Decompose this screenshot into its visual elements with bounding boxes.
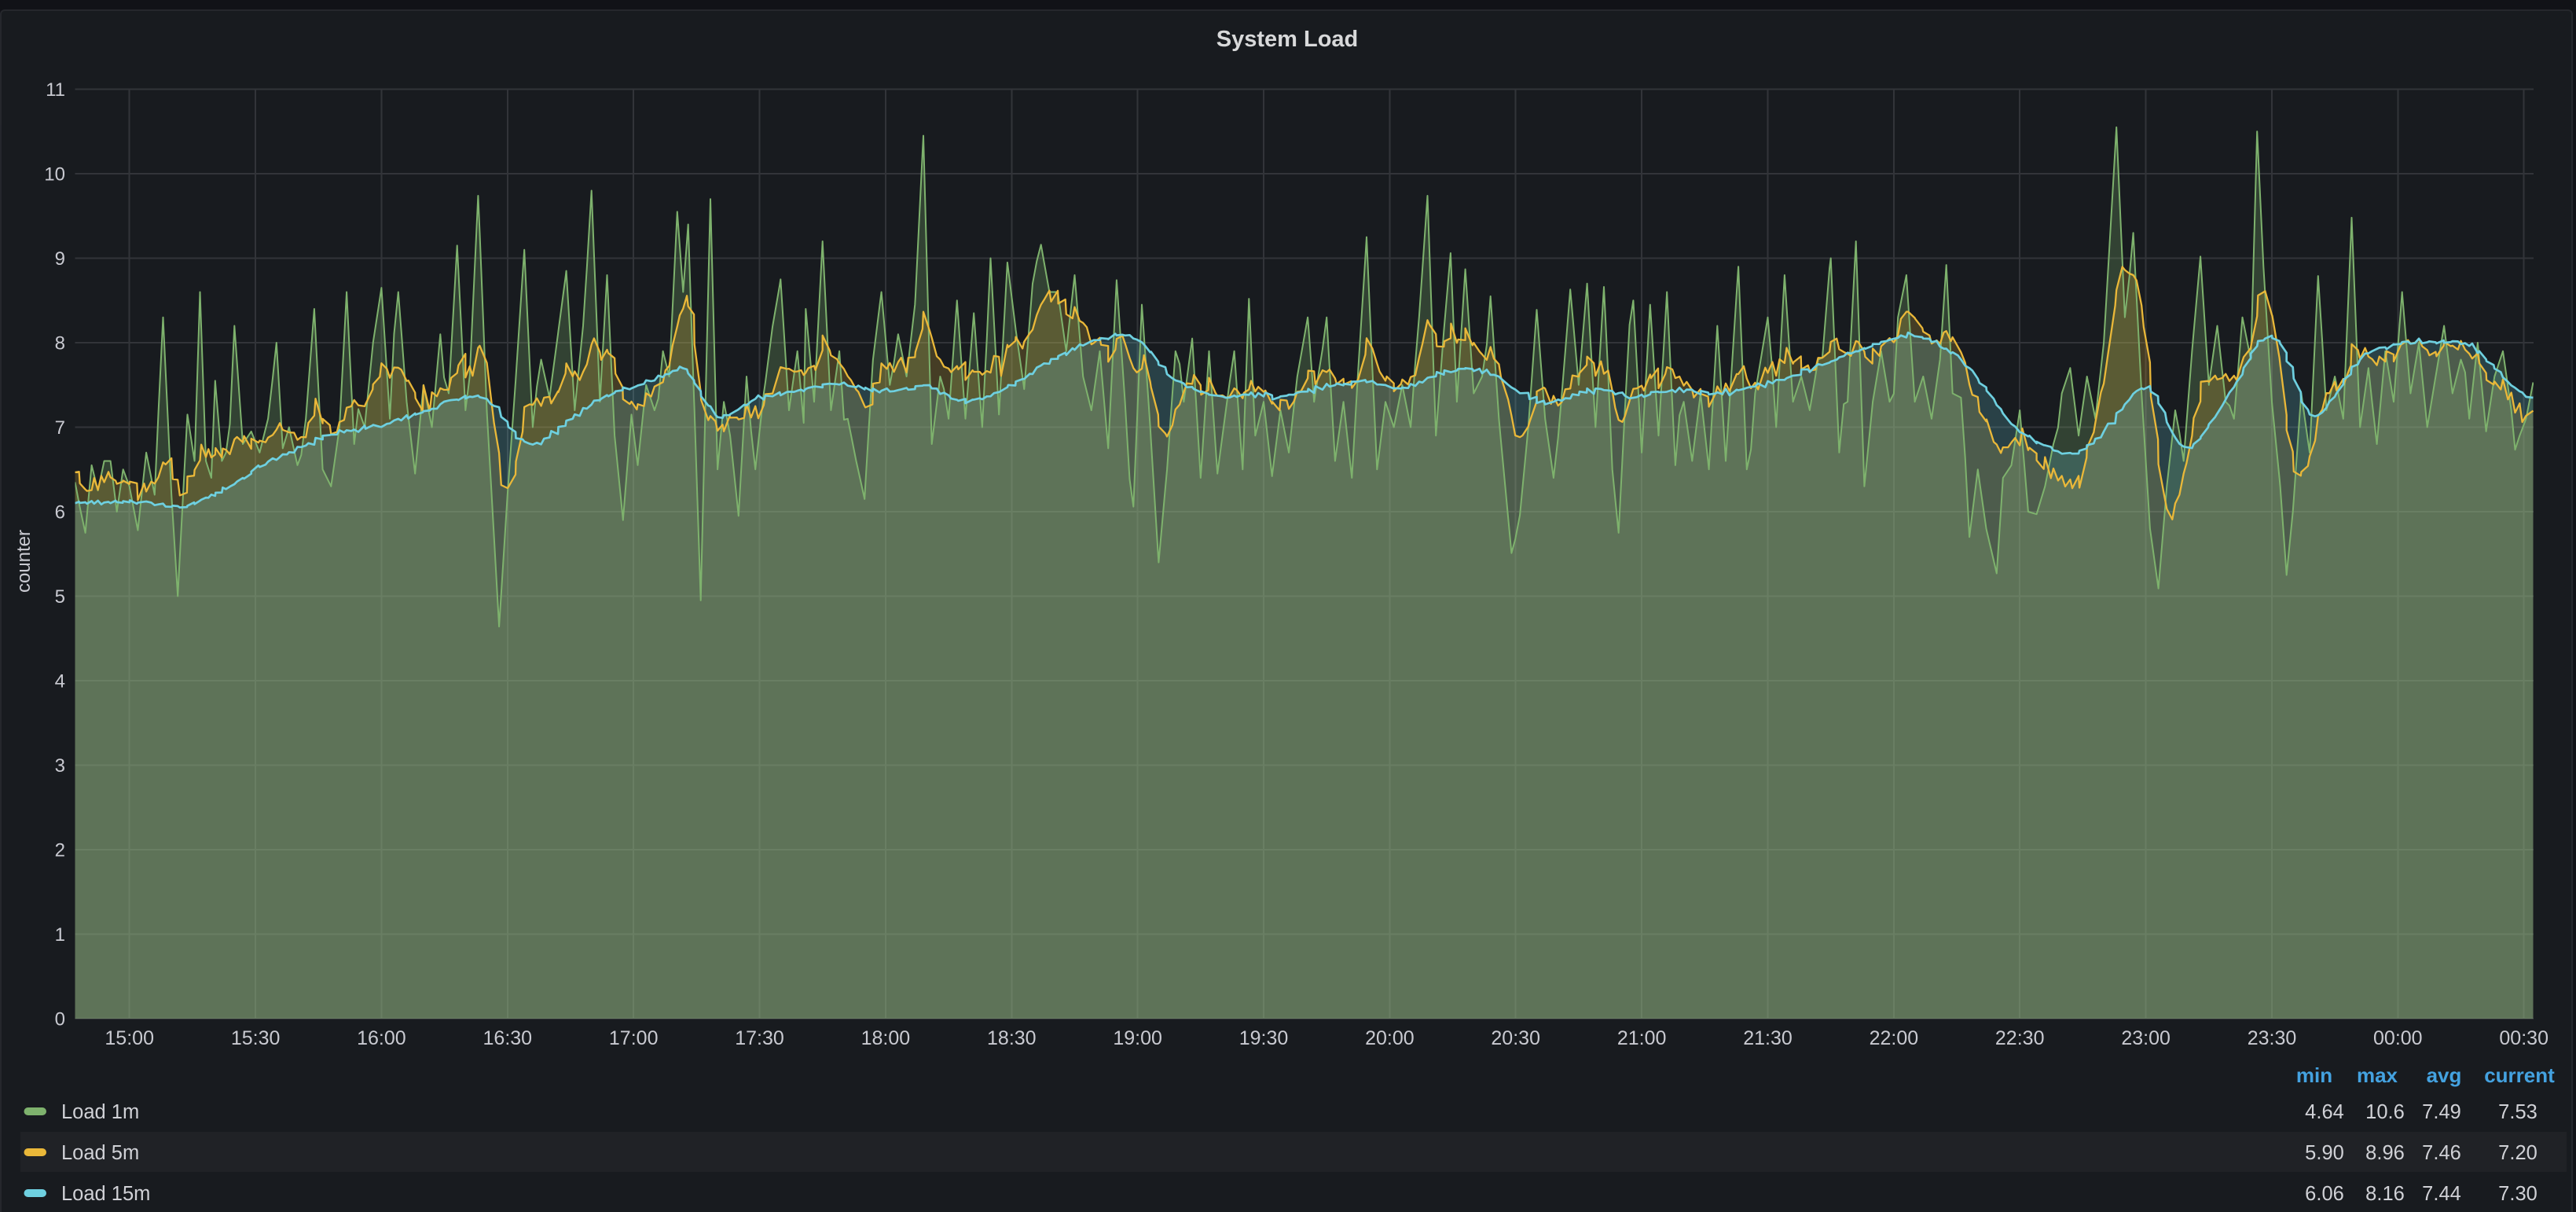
svg-text:7.46: 7.46	[2422, 1142, 2461, 1164]
svg-text:avg: avg	[2427, 1063, 2462, 1087]
svg-text:15:00: 15:00	[105, 1027, 154, 1049]
svg-text:7.44: 7.44	[2422, 1183, 2461, 1205]
svg-text:10.6: 10.6	[2365, 1101, 2405, 1123]
svg-text:Load 5m: Load 5m	[61, 1142, 139, 1164]
svg-text:9: 9	[55, 248, 65, 270]
svg-text:10: 10	[44, 164, 65, 185]
svg-text:17:30: 17:30	[735, 1027, 784, 1049]
svg-text:6.06: 6.06	[2305, 1183, 2344, 1205]
svg-text:16:30: 16:30	[483, 1027, 533, 1049]
svg-text:23:30: 23:30	[2248, 1027, 2297, 1049]
svg-text:8: 8	[55, 333, 65, 354]
svg-text:7: 7	[55, 417, 65, 439]
svg-text:max: max	[2357, 1063, 2398, 1087]
svg-text:4: 4	[55, 671, 65, 692]
svg-text:22:30: 22:30	[1995, 1027, 2045, 1049]
svg-text:00:00: 00:00	[2373, 1027, 2423, 1049]
svg-text:8.16: 8.16	[2365, 1183, 2405, 1205]
svg-text:4.64: 4.64	[2305, 1101, 2344, 1123]
svg-text:17:00: 17:00	[609, 1027, 659, 1049]
svg-text:19:30: 19:30	[1239, 1027, 1289, 1049]
svg-text:7.30: 7.30	[2498, 1183, 2537, 1205]
svg-text:20:30: 20:30	[1491, 1027, 1540, 1049]
svg-text:18:00: 18:00	[861, 1027, 911, 1049]
svg-text:7.49: 7.49	[2422, 1101, 2461, 1123]
svg-text:16:00: 16:00	[357, 1027, 406, 1049]
svg-text:min: min	[2296, 1063, 2332, 1087]
svg-text:6: 6	[55, 502, 65, 523]
svg-text:3: 3	[55, 755, 65, 777]
svg-text:23:00: 23:00	[2121, 1027, 2171, 1049]
svg-text:2: 2	[55, 840, 65, 861]
svg-text:8.96: 8.96	[2365, 1142, 2405, 1164]
svg-text:1: 1	[55, 924, 65, 946]
svg-text:Load 1m: Load 1m	[61, 1101, 139, 1123]
svg-text:0: 0	[55, 1009, 65, 1030]
svg-text:current: current	[2484, 1063, 2555, 1087]
svg-text:7.20: 7.20	[2498, 1142, 2537, 1164]
svg-text:5: 5	[55, 586, 65, 608]
svg-text:counter: counter	[13, 530, 35, 593]
svg-text:20:00: 20:00	[1365, 1027, 1415, 1049]
svg-text:Load 15m: Load 15m	[61, 1183, 150, 1205]
svg-text:7.53: 7.53	[2498, 1101, 2537, 1123]
svg-text:19:00: 19:00	[1113, 1027, 1162, 1049]
svg-text:11: 11	[46, 79, 65, 101]
svg-text:18:30: 18:30	[987, 1027, 1037, 1049]
svg-text:15:30: 15:30	[231, 1027, 281, 1049]
svg-text:21:00: 21:00	[1617, 1027, 1667, 1049]
svg-text:System Load: System Load	[1216, 27, 1359, 52]
svg-text:00:30: 00:30	[2499, 1027, 2548, 1049]
svg-text:21:30: 21:30	[1743, 1027, 1793, 1049]
svg-text:5.90: 5.90	[2305, 1142, 2344, 1164]
svg-text:22:00: 22:00	[1870, 1027, 1919, 1049]
